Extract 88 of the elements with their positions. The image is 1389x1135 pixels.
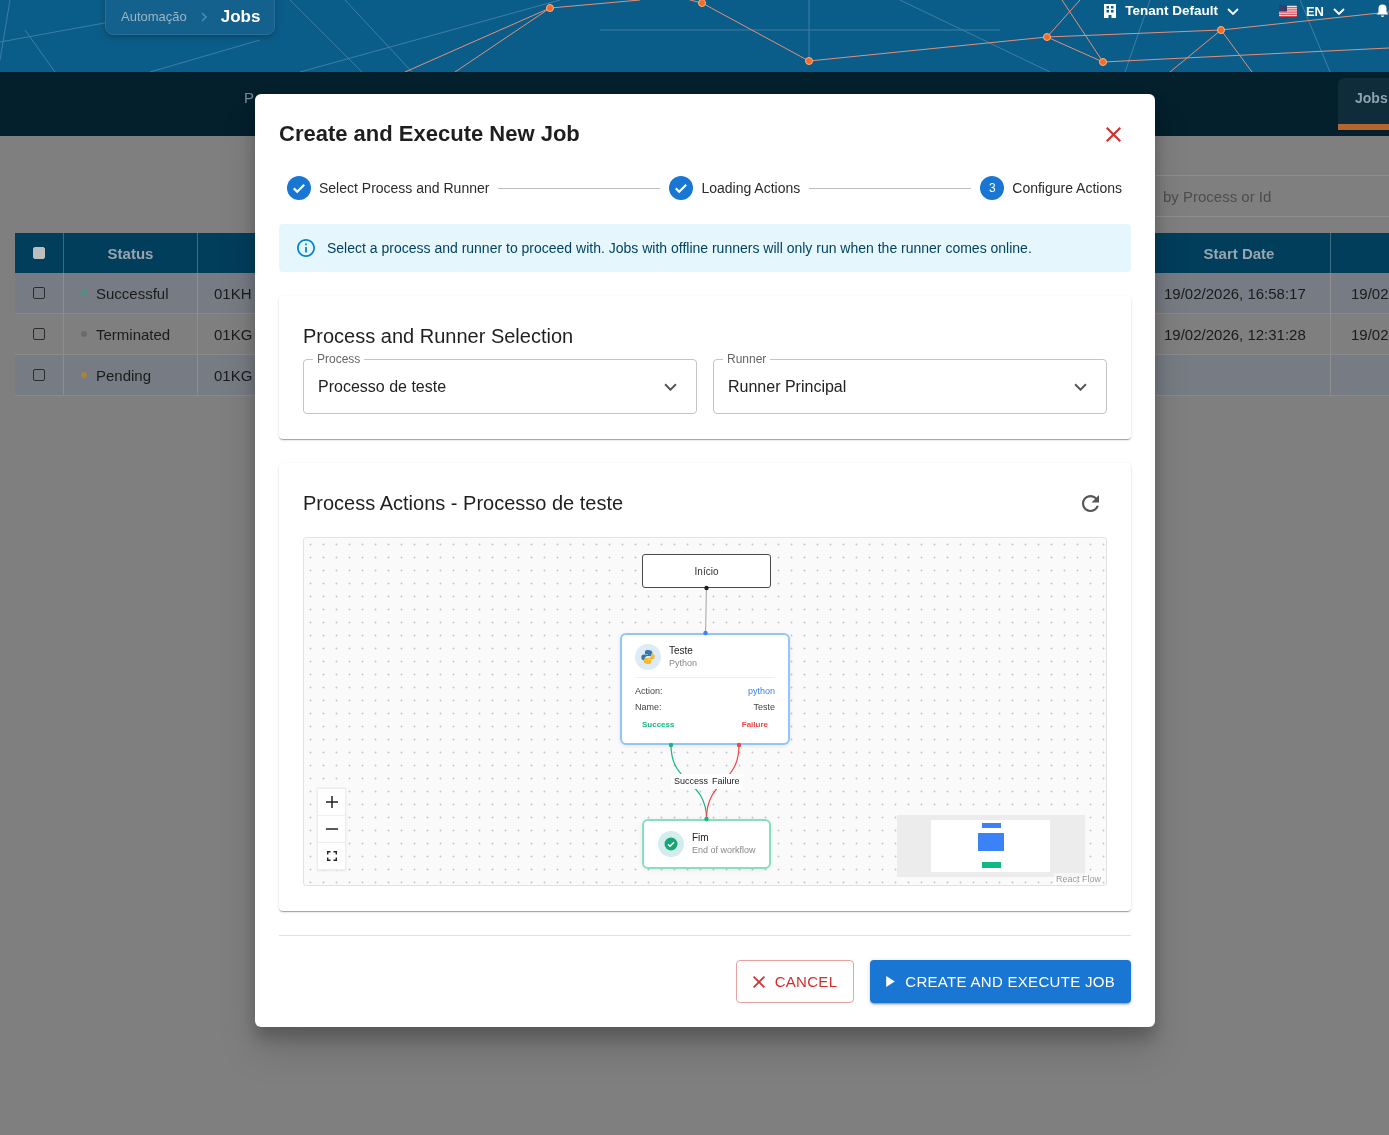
table-cell: 19/02/2026, 16:58:17 <box>1164 284 1306 302</box>
checkbox[interactable] <box>33 328 45 340</box>
connector-edge <box>704 587 708 634</box>
field-value: Teste <box>753 701 775 714</box>
select-value: Runner Principal <box>728 377 847 396</box>
play-icon <box>886 976 896 987</box>
handle-icon[interactable] <box>704 585 709 591</box>
node-title: Fim <box>692 831 709 844</box>
handle-icon[interactable] <box>704 816 709 822</box>
card-title: Process Actions - Processo de teste <box>303 491 624 516</box>
minimap-node <box>978 833 1004 851</box>
end-node[interactable]: Fim End of workflow <box>642 819 771 869</box>
minimap-node <box>982 862 1001 868</box>
python-logo-icon <box>635 644 661 670</box>
start-node[interactable]: Início <box>642 554 771 588</box>
refresh-icon[interactable] <box>1082 494 1099 512</box>
minimap-viewport[interactable] <box>931 820 1050 872</box>
output-label: Failure <box>741 719 768 731</box>
step-label: Select Process and Runner <box>319 180 490 196</box>
flow-canvas[interactable]: Início Teste Python Action: python Name: Teste Success Failure Success Failure Fim End of workflow React Flow <box>303 537 1107 886</box>
bell-icon[interactable] <box>1376 4 1389 18</box>
nav-tab[interactable]: Jobs <box>1338 78 1389 130</box>
status-label: Terminated <box>96 325 171 343</box>
column-header[interactable]: Start Date <box>1203 244 1275 262</box>
minimap[interactable] <box>897 815 1085 877</box>
status-label: Pending <box>96 366 152 384</box>
minimap-node <box>982 823 1001 828</box>
breadcrumb-current: Jobs <box>220 8 261 26</box>
table-cell: 19/02/2026, 12:31:28 <box>1164 325 1306 343</box>
close-icon <box>752 975 765 988</box>
select-value: Processo de teste <box>318 377 447 396</box>
chevron-down-icon[interactable] <box>664 382 677 391</box>
fit-view-button[interactable] <box>318 843 345 870</box>
field-value: python <box>747 685 775 698</box>
status-label: Successful <box>96 284 169 302</box>
close-icon[interactable] <box>1106 126 1121 142</box>
column-header[interactable]: Status <box>107 244 154 262</box>
table-cell: 01KH <box>214 284 252 302</box>
info-icon <box>297 239 315 257</box>
network-node-icon <box>546 4 554 12</box>
alert-text: Select a process and runner to proceed with. Jobs with offline runners will only run when the runner comes online. <box>327 240 1032 256</box>
node-subtitle: Python <box>669 657 698 670</box>
network-node-icon <box>805 57 813 65</box>
field-label: Action: <box>635 685 663 698</box>
language-selector[interactable]: EN <box>1305 3 1324 19</box>
handle-icon[interactable] <box>736 742 742 748</box>
table-cell: 01KG <box>214 366 253 384</box>
fit-view-icon <box>326 851 337 861</box>
minus-icon <box>325 828 338 830</box>
card-title: Process and Runner Selection <box>303 324 575 349</box>
dialog-title: Create and Execute New Job <box>279 120 580 148</box>
zoom-in-button[interactable] <box>318 789 345 816</box>
edge-label: Failure <box>709 774 743 789</box>
table-cell: 19/02 <box>1351 325 1389 343</box>
network-node-icon <box>1217 26 1225 34</box>
table-cell: 01KG <box>214 325 253 343</box>
plus-icon <box>325 796 338 808</box>
table-cell: 19/02 <box>1351 284 1389 302</box>
network-node-icon <box>698 0 706 7</box>
nav-tab[interactable]: P <box>244 89 254 107</box>
checkbox[interactable] <box>33 247 45 259</box>
network-node-icon <box>1099 58 1107 66</box>
handle-icon[interactable] <box>703 630 708 636</box>
chevron-right-icon <box>200 12 207 22</box>
chevron-down-icon[interactable] <box>1074 382 1087 391</box>
create-job-button[interactable]: CREATE AND EXECUTE JOB <box>870 960 1131 1003</box>
step-number: 3 <box>980 176 1005 200</box>
breadcrumb-link[interactable]: Automação <box>121 8 187 26</box>
checkbox[interactable] <box>33 369 45 381</box>
action-node[interactable]: Teste Python Action: python Name: Teste Success Failure <box>620 633 790 745</box>
cancel-button[interactable]: CANCEL <box>735 960 855 1003</box>
select-field[interactable]: Runner Runner Principal <box>713 352 1107 414</box>
handle-icon[interactable] <box>668 742 674 748</box>
check-circle-icon <box>658 831 684 857</box>
node-subtitle: End of workflow <box>692 844 756 857</box>
field-label: Runner <box>726 352 768 366</box>
checkbox[interactable] <box>33 287 45 299</box>
zoom-out-button[interactable] <box>318 816 345 843</box>
field-label: Process <box>316 352 362 366</box>
tenant-selector[interactable]: Tenant Default <box>1125 2 1218 20</box>
network-node-icon <box>1043 33 1051 41</box>
field-label: Name: <box>635 701 662 714</box>
output-label: Success <box>642 719 675 731</box>
select-field[interactable]: Process Processo de teste <box>303 352 697 414</box>
step-label: Loading Actions <box>701 180 801 196</box>
node-title: Teste <box>669 644 693 657</box>
attribution-link[interactable]: React Flow <box>1054 873 1103 885</box>
edge-label: Success <box>671 774 711 789</box>
